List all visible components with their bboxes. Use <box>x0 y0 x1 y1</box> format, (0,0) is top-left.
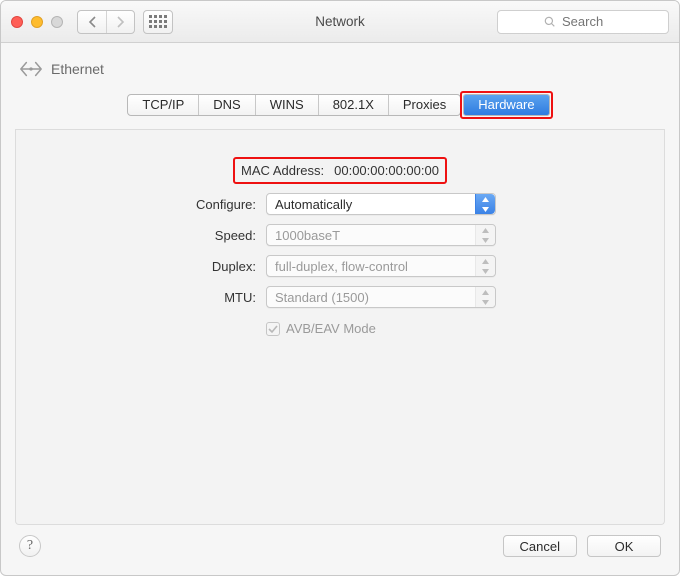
hardware-panel: MAC Address: 00:00:00:00:00:00 Configure… <box>15 129 665 525</box>
speed-select: 1000baseT <box>266 224 496 246</box>
grid-icon <box>149 15 167 28</box>
stepper-icon <box>475 194 495 214</box>
tab-tcpip[interactable]: TCP/IP <box>128 95 199 115</box>
forward-button[interactable] <box>106 11 134 33</box>
stepper-icon <box>475 256 495 276</box>
check-icon <box>268 324 278 334</box>
search-input[interactable] <box>562 14 622 29</box>
back-button[interactable] <box>78 11 106 33</box>
configure-select[interactable]: Automatically <box>266 193 496 215</box>
speed-label: Speed: <box>124 228 256 243</box>
avb-checkbox <box>266 322 280 336</box>
stepper-icon <box>475 225 495 245</box>
duplex-value: full-duplex, flow-control <box>275 259 408 274</box>
mac-address-label: MAC Address: <box>241 163 324 178</box>
search-field[interactable] <box>497 10 669 34</box>
highlight-mac-address: MAC Address: 00:00:00:00:00:00 <box>233 157 447 184</box>
configure-value: Automatically <box>275 197 352 212</box>
avb-row: AVB/EAV Mode <box>266 321 556 336</box>
speed-value: 1000baseT <box>275 228 340 243</box>
tab-8021x[interactable]: 802.1X <box>319 95 389 115</box>
tab-wins[interactable]: WINS <box>256 95 319 115</box>
cancel-button[interactable]: Cancel <box>503 535 577 557</box>
titlebar: Network <box>1 1 679 43</box>
zoom-window-button[interactable] <box>51 16 63 28</box>
close-window-button[interactable] <box>11 16 23 28</box>
show-all-button[interactable] <box>143 10 173 34</box>
stepper-icon <box>475 287 495 307</box>
nav-buttons <box>77 10 135 34</box>
tab-hardware[interactable]: Hardware <box>464 95 548 115</box>
ethernet-icon <box>19 60 43 78</box>
mac-address-value: 00:00:00:00:00:00 <box>334 163 439 178</box>
tab-proxies[interactable]: Proxies <box>389 95 460 115</box>
tab-bar: TCP/IP DNS WINS 802.1X Proxies Hardware <box>1 91 679 119</box>
network-window: Network Ethernet TCP/IP DNS WINS 802.1X … <box>0 0 680 576</box>
tab-dns[interactable]: DNS <box>199 95 255 115</box>
mtu-label: MTU: <box>124 290 256 305</box>
duplex-select: full-duplex, flow-control <box>266 255 496 277</box>
highlight-hardware-tab: Hardware <box>460 91 552 119</box>
mtu-value: Standard (1500) <box>275 290 369 305</box>
mtu-select: Standard (1500) <box>266 286 496 308</box>
avb-label: AVB/EAV Mode <box>286 321 376 336</box>
panel-header: Ethernet <box>1 43 679 95</box>
panel-title: Ethernet <box>51 61 104 77</box>
footer: ? Cancel OK <box>1 525 679 575</box>
duplex-label: Duplex: <box>124 259 256 274</box>
help-button[interactable]: ? <box>19 535 41 557</box>
minimize-window-button[interactable] <box>31 16 43 28</box>
ok-button[interactable]: OK <box>587 535 661 557</box>
window-controls <box>11 16 63 28</box>
search-icon <box>544 16 556 28</box>
configure-label: Configure: <box>124 197 256 212</box>
